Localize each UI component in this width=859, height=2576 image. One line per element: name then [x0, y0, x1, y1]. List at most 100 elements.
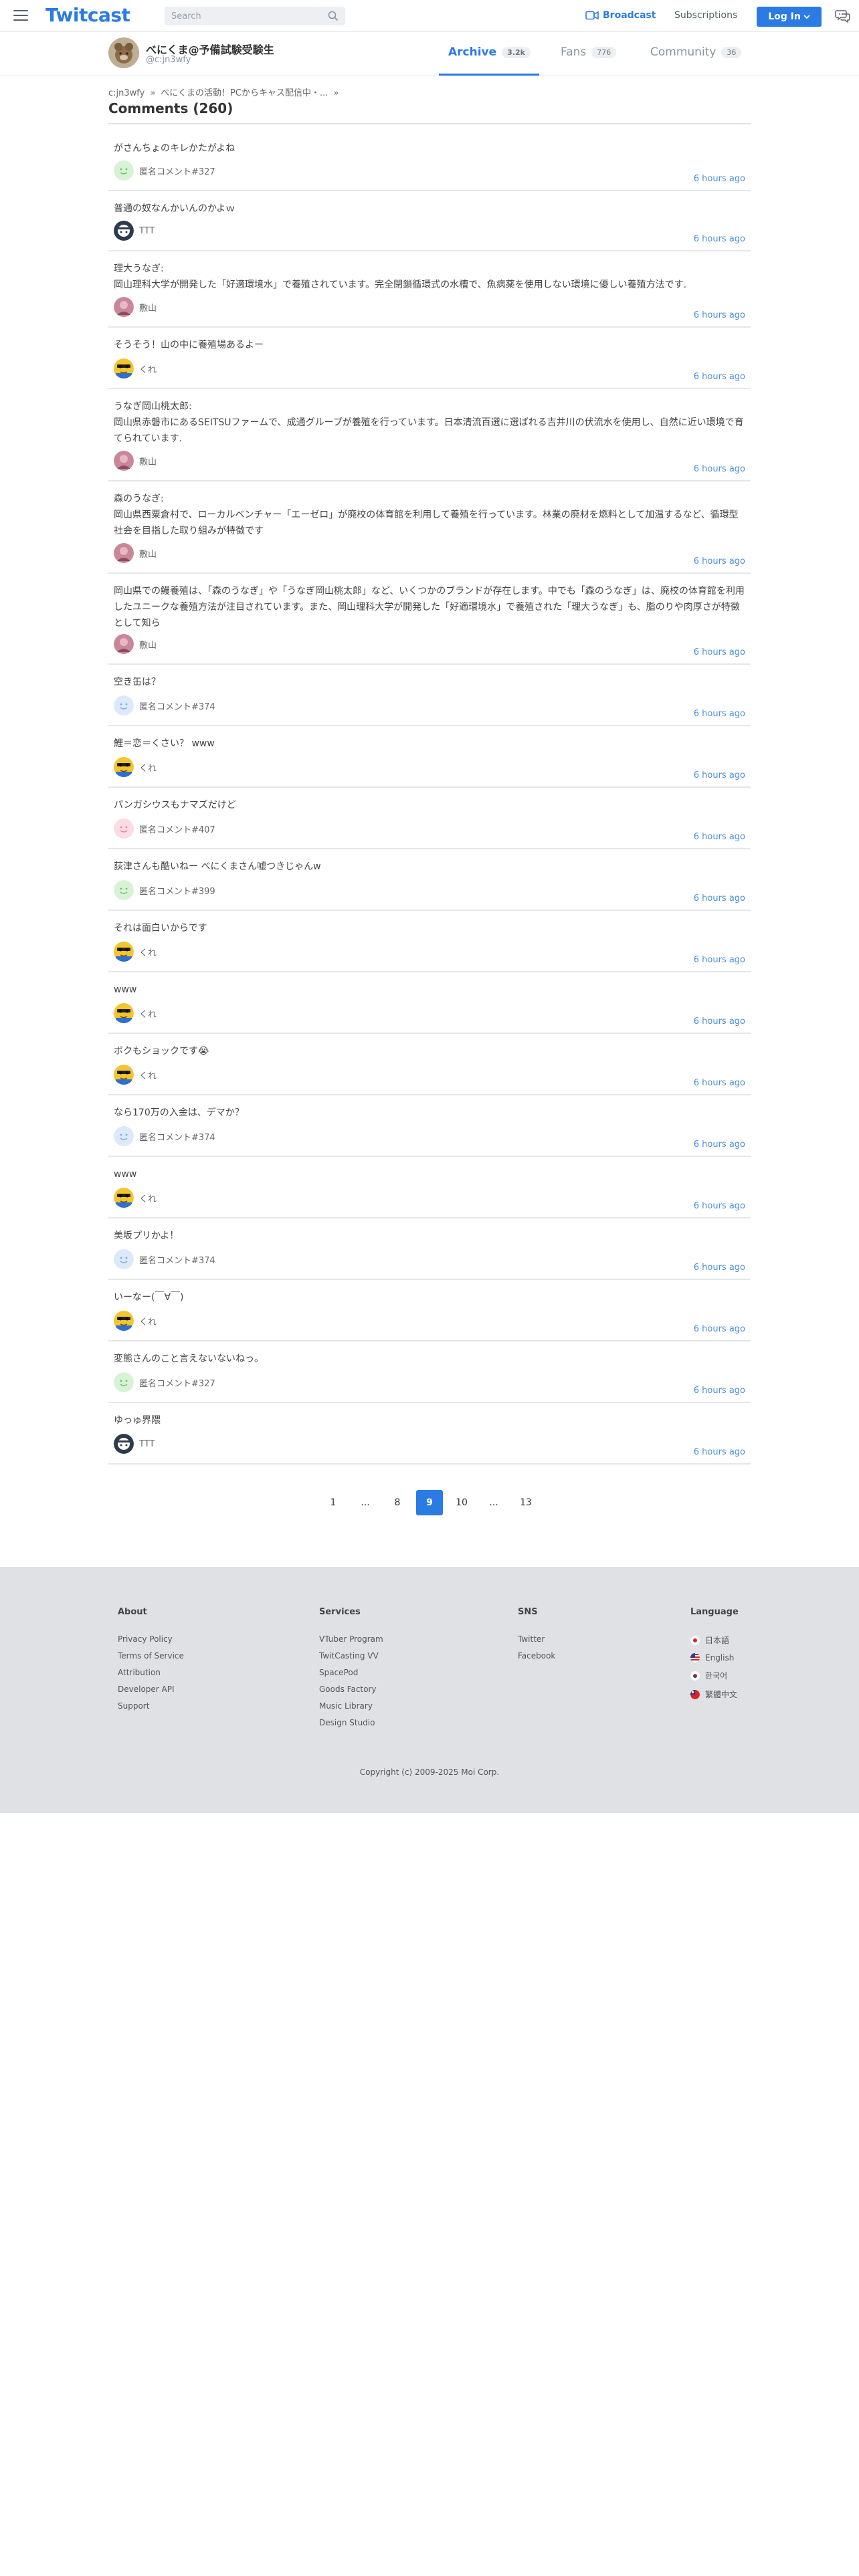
- comment-avatar[interactable]: [114, 451, 134, 471]
- comment-timestamp[interactable]: 6 hours ago: [694, 234, 745, 244]
- comment-timestamp[interactable]: 6 hours ago: [694, 372, 745, 382]
- support-chat-icon[interactable]: [835, 8, 851, 24]
- channel-avatar[interactable]: [108, 37, 139, 68]
- comment-username[interactable]: くれ: [139, 946, 157, 958]
- comment-username[interactable]: くれ: [139, 761, 157, 774]
- footer-link[interactable]: TwitCasting VV: [319, 1651, 383, 1660]
- comment-avatar[interactable]: [114, 1249, 134, 1269]
- comment-username[interactable]: 匿名コメント#374: [139, 1130, 215, 1143]
- tab-fans[interactable]: Fans 776: [561, 45, 617, 59]
- comment-username[interactable]: 匿名コメント#399: [139, 884, 215, 897]
- comment-timestamp[interactable]: 6 hours ago: [694, 1201, 745, 1211]
- comment-avatar[interactable]: [114, 160, 134, 181]
- footer-link[interactable]: Music Library: [319, 1701, 383, 1711]
- comment-timestamp[interactable]: 6 hours ago: [694, 770, 745, 780]
- comment-username[interactable]: 匿名コメント#374: [139, 700, 215, 712]
- comment-avatar[interactable]: [114, 358, 134, 379]
- comment-timestamp[interactable]: 6 hours ago: [694, 893, 745, 903]
- language-japanese[interactable]: 日本語: [690, 1634, 739, 1646]
- comment-timestamp[interactable]: 6 hours ago: [694, 1016, 745, 1027]
- login-button[interactable]: Log In: [757, 7, 822, 27]
- language-korean[interactable]: 한국어: [690, 1670, 739, 1681]
- comment-author[interactable]: 匿名コメント#374: [114, 1249, 215, 1269]
- comment-timestamp[interactable]: 6 hours ago: [694, 832, 745, 842]
- comment-timestamp[interactable]: 6 hours ago: [694, 1324, 745, 1334]
- comment-avatar[interactable]: [114, 543, 134, 563]
- page-link[interactable]: 13: [512, 1490, 539, 1515]
- comment-username[interactable]: くれ: [139, 1315, 157, 1327]
- language-english[interactable]: English: [690, 1653, 739, 1662]
- page-link[interactable]: 8: [384, 1490, 411, 1515]
- comment-timestamp[interactable]: 6 hours ago: [694, 464, 745, 474]
- comment-author[interactable]: くれ: [114, 1311, 157, 1331]
- comment-timestamp[interactable]: 6 hours ago: [694, 1447, 745, 1457]
- comment-username[interactable]: 敷山: [139, 638, 157, 651]
- comment-author[interactable]: くれ: [114, 358, 157, 379]
- comment-avatar[interactable]: [114, 1003, 134, 1023]
- page-current[interactable]: 9: [416, 1490, 443, 1515]
- comment-username[interactable]: 敷山: [139, 455, 157, 467]
- comment-author[interactable]: 匿名コメント#327: [114, 160, 215, 181]
- comment-author[interactable]: 匿名コメント#399: [114, 880, 215, 900]
- comment-author[interactable]: 敷山: [114, 297, 157, 317]
- search-icon[interactable]: [328, 11, 339, 21]
- broadcast-button[interactable]: Broadcast: [585, 10, 656, 21]
- comment-author[interactable]: TTT: [114, 221, 155, 241]
- comment-username[interactable]: 匿名コメント#327: [139, 1376, 215, 1389]
- comment-username[interactable]: 敷山: [139, 547, 157, 560]
- comment-avatar[interactable]: [114, 880, 134, 900]
- subscriptions-link[interactable]: Subscriptions: [674, 10, 737, 21]
- comment-author[interactable]: 匿名コメント#374: [114, 695, 215, 716]
- language-chinese-traditional[interactable]: 繁體中文: [690, 1689, 739, 1700]
- comment-avatar[interactable]: [114, 942, 134, 962]
- search-box[interactable]: [165, 7, 345, 25]
- page-link[interactable]: 1: [320, 1490, 347, 1515]
- comment-avatar[interactable]: [114, 1065, 134, 1085]
- comment-author[interactable]: くれ: [114, 1065, 157, 1085]
- comment-timestamp[interactable]: 6 hours ago: [694, 1140, 745, 1150]
- footer-link[interactable]: Privacy Policy: [118, 1634, 184, 1644]
- search-input[interactable]: [165, 7, 318, 25]
- comment-author[interactable]: 匿名コメント#327: [114, 1372, 215, 1392]
- comment-timestamp[interactable]: 6 hours ago: [694, 1263, 745, 1273]
- comment-username[interactable]: くれ: [139, 1069, 157, 1081]
- comment-author[interactable]: 敷山: [114, 451, 157, 471]
- footer-link[interactable]: Twitter: [518, 1634, 555, 1644]
- comment-avatar[interactable]: [114, 221, 134, 241]
- tab-archive[interactable]: Archive 3.2k: [448, 45, 531, 59]
- comment-avatar[interactable]: [114, 297, 134, 317]
- comment-avatar[interactable]: [114, 819, 134, 839]
- twitcast-logo[interactable]: Twitcast: [45, 4, 130, 26]
- comment-author[interactable]: くれ: [114, 757, 157, 777]
- comment-avatar[interactable]: [114, 1126, 134, 1146]
- comment-timestamp[interactable]: 6 hours ago: [694, 955, 745, 965]
- footer-link[interactable]: Facebook: [518, 1651, 555, 1660]
- comment-avatar[interactable]: [114, 1311, 134, 1331]
- comment-username[interactable]: くれ: [139, 362, 157, 375]
- comment-username[interactable]: TTT: [139, 1439, 155, 1449]
- comment-timestamp[interactable]: 6 hours ago: [694, 709, 745, 719]
- comment-username[interactable]: TTT: [139, 226, 155, 236]
- comment-author[interactable]: 敷山: [114, 543, 157, 563]
- footer-link[interactable]: Developer API: [118, 1685, 184, 1694]
- comment-username[interactable]: 匿名コメント#374: [139, 1253, 215, 1266]
- comment-avatar[interactable]: [114, 634, 134, 654]
- comment-author[interactable]: くれ: [114, 1003, 157, 1023]
- comment-avatar[interactable]: [114, 695, 134, 716]
- comment-author[interactable]: TTT: [114, 1434, 155, 1454]
- comment-username[interactable]: くれ: [139, 1192, 157, 1204]
- comment-timestamp[interactable]: 6 hours ago: [694, 174, 745, 184]
- breadcrumb-user[interactable]: c:jn3wfy: [108, 88, 145, 98]
- comment-username[interactable]: 敷山: [139, 301, 157, 314]
- comment-timestamp[interactable]: 6 hours ago: [694, 310, 745, 320]
- comment-avatar[interactable]: [114, 1188, 134, 1208]
- footer-link[interactable]: Terms of Service: [118, 1651, 184, 1660]
- tab-community[interactable]: Community 36: [650, 45, 742, 59]
- comment-avatar[interactable]: [114, 1372, 134, 1392]
- comment-author[interactable]: くれ: [114, 1188, 157, 1208]
- footer-link[interactable]: Design Studio: [319, 1718, 383, 1727]
- comment-username[interactable]: くれ: [139, 1007, 157, 1020]
- footer-link[interactable]: Support: [118, 1701, 184, 1711]
- comment-author[interactable]: 匿名コメント#407: [114, 819, 215, 839]
- footer-link[interactable]: VTuber Program: [319, 1634, 383, 1644]
